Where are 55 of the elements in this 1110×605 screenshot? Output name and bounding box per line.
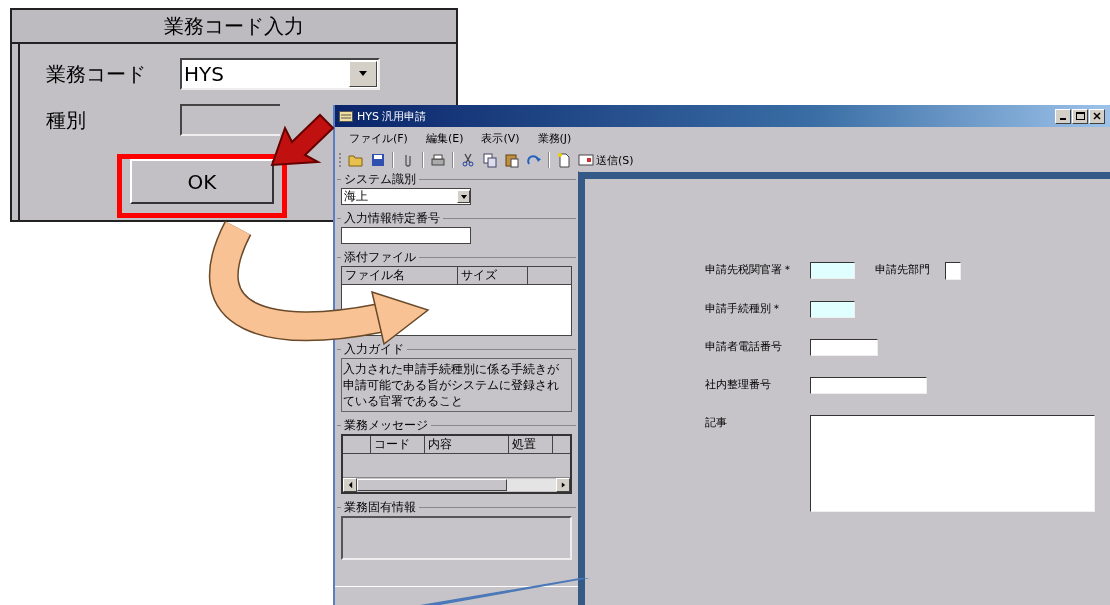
column-header[interactable]: サイズ xyxy=(458,267,528,284)
print-icon[interactable] xyxy=(430,152,446,168)
field-label: 種別 xyxy=(46,106,87,134)
pointer-arrow xyxy=(270,113,335,167)
input-field[interactable] xyxy=(341,227,471,244)
ok-button[interactable]: OK xyxy=(130,159,274,204)
menu-item[interactable]: ファイル(F) xyxy=(349,130,408,146)
group-label: システム識別 xyxy=(343,171,417,188)
group-label: 入力ガイド xyxy=(343,341,405,358)
group-label: 添付ファイル xyxy=(343,249,417,266)
scrollbar-thumb[interactable] xyxy=(357,479,507,491)
send-button[interactable]: 送信(S) xyxy=(578,152,634,168)
paste-icon[interactable] xyxy=(504,152,520,168)
group-label: 業務メッセージ xyxy=(343,417,429,434)
field-label: 申請者電話番号 xyxy=(705,339,783,354)
field-label: 申請先税関官署＊ xyxy=(705,262,794,277)
field-label: 業務コード xyxy=(46,60,147,88)
menu-item[interactable]: 編集(E) xyxy=(425,130,464,146)
input-field[interactable] xyxy=(945,262,961,280)
window-title: HYS 汎用申請 xyxy=(357,108,427,124)
dropdown-arrow-icon[interactable] xyxy=(459,193,468,200)
column-header[interactable]: コード xyxy=(371,436,425,453)
code-dropdown[interactable]: HYS xyxy=(180,58,380,90)
field-label: 申請手続種別＊ xyxy=(705,301,783,316)
field-label: 社内整理番号 xyxy=(705,377,772,392)
field-label: 記事 xyxy=(705,415,728,430)
scroll-right-icon[interactable] xyxy=(556,478,570,492)
input-field[interactable] xyxy=(810,339,878,356)
group-label: 業務固有情報 xyxy=(343,499,417,516)
system-dropdown[interactable]: 海上 xyxy=(341,188,471,205)
field-label: 申請先部門 xyxy=(875,262,931,277)
input-field[interactable] xyxy=(810,301,855,318)
toolbar-grip-icon xyxy=(339,152,342,168)
menu-item[interactable]: 業務(J) xyxy=(537,130,572,146)
guide-text: 入力された申請手続種別に係る手続きが申請可能である旨がシステムに登録されている官署であること xyxy=(341,358,572,412)
dropdown-arrow-icon[interactable] xyxy=(357,70,369,78)
minimize-icon[interactable] xyxy=(1055,108,1071,124)
app-icon xyxy=(339,110,353,122)
input-field[interactable] xyxy=(810,377,927,394)
message-list[interactable]: コード 内容 処置 xyxy=(341,434,572,494)
scroll-left-icon[interactable] xyxy=(343,478,357,492)
dialog-title: 業務コード入力 xyxy=(12,10,456,44)
close-icon[interactable] xyxy=(1089,108,1105,124)
new-document-icon[interactable] xyxy=(556,152,572,168)
save-icon[interactable] xyxy=(370,152,386,168)
cut-icon[interactable] xyxy=(460,152,476,168)
input-field[interactable] xyxy=(810,262,855,279)
column-header[interactable]: ファイル名 xyxy=(342,267,458,284)
maximize-icon[interactable] xyxy=(1072,108,1088,124)
column-header[interactable]: 内容 xyxy=(425,436,509,453)
column-header[interactable]: 処置 xyxy=(509,436,553,453)
menu-item[interactable]: 表示(V) xyxy=(481,130,520,146)
group-label: 入力情報特定番号 xyxy=(343,210,441,227)
copy-icon[interactable] xyxy=(482,152,498,168)
envelope-icon xyxy=(578,154,594,166)
